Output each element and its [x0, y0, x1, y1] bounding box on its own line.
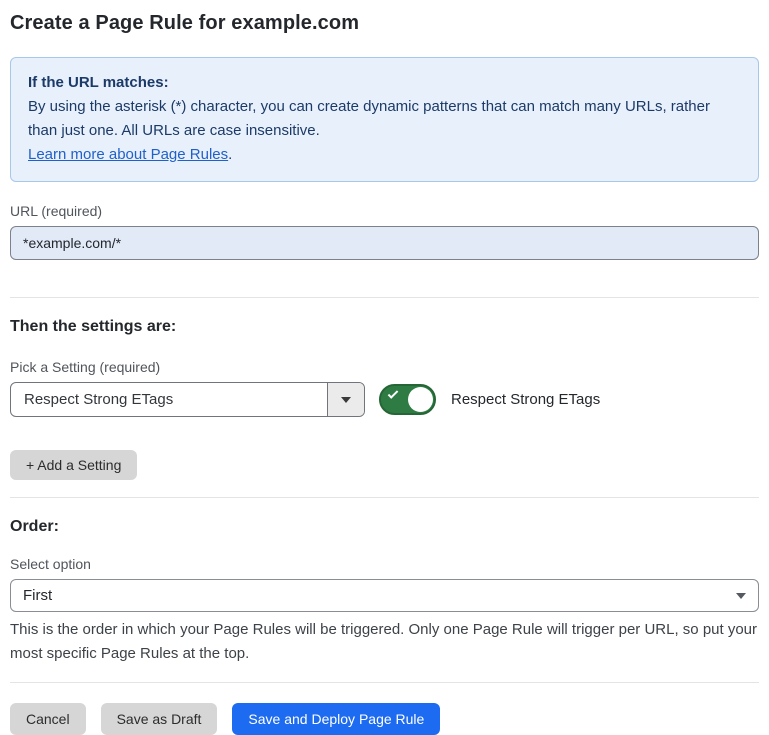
link-period: . [228, 146, 232, 163]
chevron-down-icon [736, 593, 746, 599]
url-match-info-box: If the URL matches: By using the asteris… [10, 57, 759, 182]
order-select-value: First [23, 587, 52, 604]
add-setting-button[interactable]: + Add a Setting [10, 450, 137, 480]
order-section-heading: Order: [10, 518, 759, 536]
setting-dropdown[interactable]: Respect Strong ETags [10, 382, 365, 417]
learn-more-link[interactable]: Learn more about Page Rules [28, 146, 228, 163]
url-field-label: URL (required) [10, 203, 759, 219]
page-title: Create a Page Rule for example.com [10, 12, 759, 35]
setting-dropdown-arrow-button[interactable] [327, 383, 364, 416]
divider-top [10, 297, 759, 298]
order-help-text: This is the order in which your Page Rul… [10, 618, 759, 666]
setting-row: Respect Strong ETags Respect Strong ETag… [10, 382, 759, 417]
toggle-knob [408, 387, 433, 412]
order-select[interactable]: First [10, 579, 759, 612]
caret-down-icon [341, 397, 351, 403]
info-box-body: By using the asterisk (*) character, you… [28, 98, 710, 139]
order-select-label: Select option [10, 556, 759, 572]
save-deploy-button[interactable]: Save and Deploy Page Rule [232, 703, 440, 735]
setting-toggle[interactable] [379, 384, 436, 415]
page-rule-form: Create a Page Rule for example.com If th… [0, 0, 769, 735]
divider-middle [10, 497, 759, 498]
actions-row: Cancel Save as Draft Save and Deploy Pag… [10, 703, 759, 735]
settings-section-heading: Then the settings are: [10, 318, 759, 336]
setting-dropdown-value: Respect Strong ETags [11, 383, 327, 416]
save-draft-button[interactable]: Save as Draft [101, 703, 218, 735]
check-icon [388, 388, 399, 399]
cancel-button[interactable]: Cancel [10, 703, 86, 735]
url-input[interactable] [10, 226, 759, 260]
divider-bottom [10, 682, 759, 683]
setting-toggle-label: Respect Strong ETags [451, 391, 600, 408]
info-box-heading: If the URL matches: [28, 71, 741, 95]
pick-setting-label: Pick a Setting (required) [10, 359, 759, 375]
